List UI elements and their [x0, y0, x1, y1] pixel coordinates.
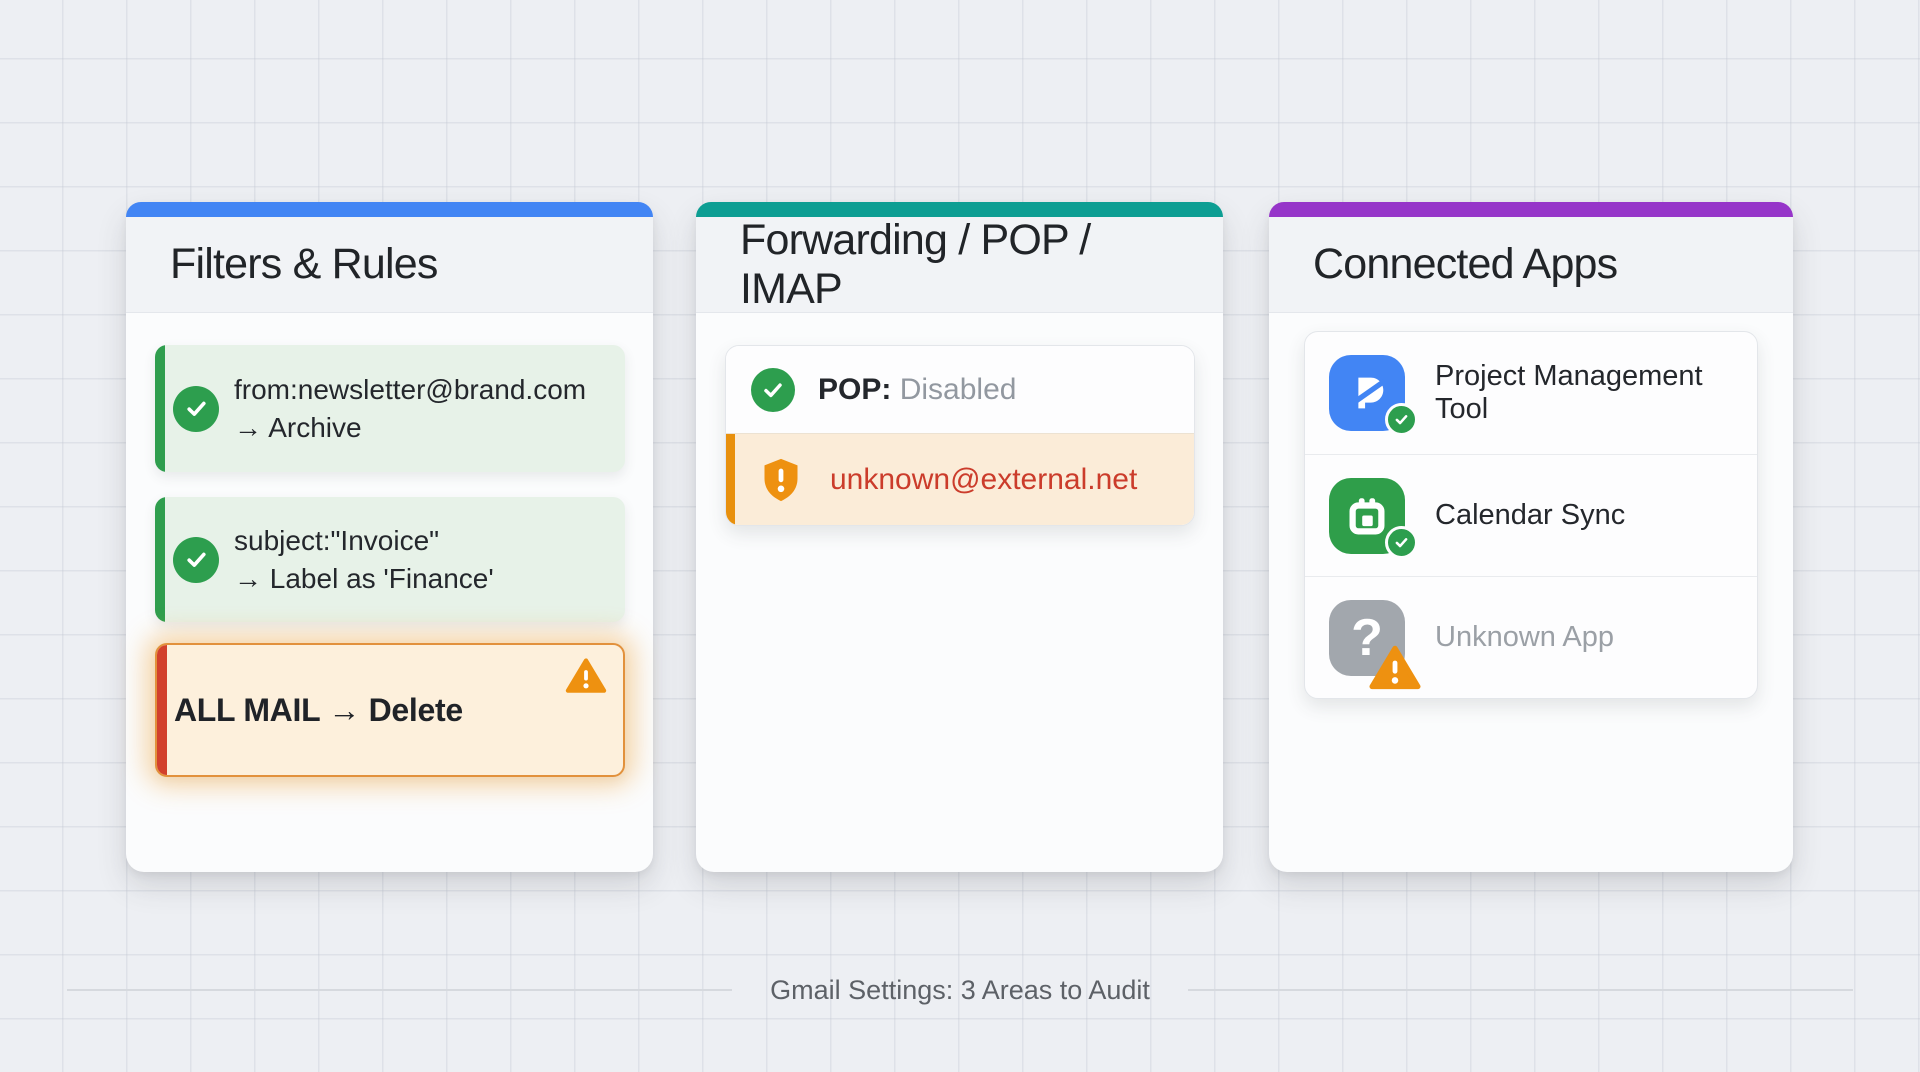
pop-value: Disabled [900, 373, 1017, 406]
card-title: Forwarding / POP / IMAP [740, 216, 1179, 314]
calendar-app-icon [1329, 478, 1405, 554]
filter-rule-condition: subject:"Invoice" [234, 522, 494, 560]
forwarding-status-panel: POP: Disabled unknown@external.net [725, 345, 1195, 526]
shield-alert-icon [759, 456, 803, 504]
filter-rule-invoice-label: subject:"Invoice" → Label as 'Finance' [155, 497, 625, 622]
unknown-app-icon: ? [1329, 600, 1405, 676]
card-title: Connected Apps [1313, 240, 1617, 289]
card-body: from:newsletter@brand.com → Archive subj… [126, 313, 653, 777]
app-name: Unknown App [1435, 621, 1614, 654]
card-connected-apps: Connected Apps Project Management Tool [1269, 202, 1793, 872]
filter-rule-text: from:newsletter@brand.com → Archive [234, 371, 586, 446]
check-circle-icon [173, 537, 219, 583]
pop-status-row: POP: Disabled [726, 346, 1194, 433]
card-body: POP: Disabled unknown@external.net [696, 313, 1223, 526]
check-circle-icon [173, 386, 219, 432]
warning-triangle-badge-icon [1368, 644, 1422, 692]
filter-rule-action: → Label as 'Finance' [234, 560, 494, 598]
page-caption: Gmail Settings: 3 Areas to Audit [770, 975, 1150, 1006]
footer-caption-row: Gmail Settings: 3 Areas to Audit [67, 973, 1853, 1007]
check-circle-icon [751, 368, 795, 412]
connected-apps-panel: Project Management Tool Calendar Sync ? [1304, 331, 1758, 699]
card-forwarding-pop-imap: Forwarding / POP / IMAP POP: Disabled [696, 202, 1223, 872]
accent-bar-blue [126, 202, 653, 217]
pop-label: POP: [818, 373, 891, 406]
pop-status-text: POP: Disabled [818, 373, 1016, 407]
card-filters-rules: Filters & Rules from:newsletter@brand.co… [126, 202, 653, 872]
warning-triangle-icon [565, 657, 607, 695]
filter-rule-delete-all-mail: ALL MAIL → Delete [155, 643, 625, 777]
forwarding-address-text: unknown@external.net [830, 463, 1137, 497]
card-header: Connected Apps [1269, 217, 1793, 313]
app-name: Project Management Tool [1435, 360, 1733, 426]
app-name: Calendar Sync [1435, 499, 1625, 532]
forwarding-warning-row: unknown@external.net [726, 433, 1194, 525]
divider-line [1188, 989, 1853, 991]
filter-rule-condition: from:newsletter@brand.com [234, 371, 586, 409]
app-row-project-management: Project Management Tool [1305, 332, 1757, 454]
divider-line [67, 989, 732, 991]
connected-check-badge-icon [1385, 526, 1418, 559]
card-title: Filters & Rules [170, 240, 438, 289]
connected-check-badge-icon [1385, 403, 1418, 436]
danger-rule-label: ALL MAIL → Delete [174, 692, 463, 729]
card-header: Filters & Rules [126, 217, 653, 313]
app-row-calendar-sync: Calendar Sync [1305, 454, 1757, 576]
project-management-app-icon [1329, 355, 1405, 431]
card-header: Forwarding / POP / IMAP [696, 217, 1223, 313]
accent-bar-purple [1269, 202, 1793, 217]
filter-rule-text: subject:"Invoice" → Label as 'Finance' [234, 522, 494, 597]
filter-rule-action: → Archive [234, 409, 586, 447]
filter-rule-newsletter-archive: from:newsletter@brand.com → Archive [155, 345, 625, 472]
app-row-unknown-app: ? Unknown App [1305, 576, 1757, 698]
